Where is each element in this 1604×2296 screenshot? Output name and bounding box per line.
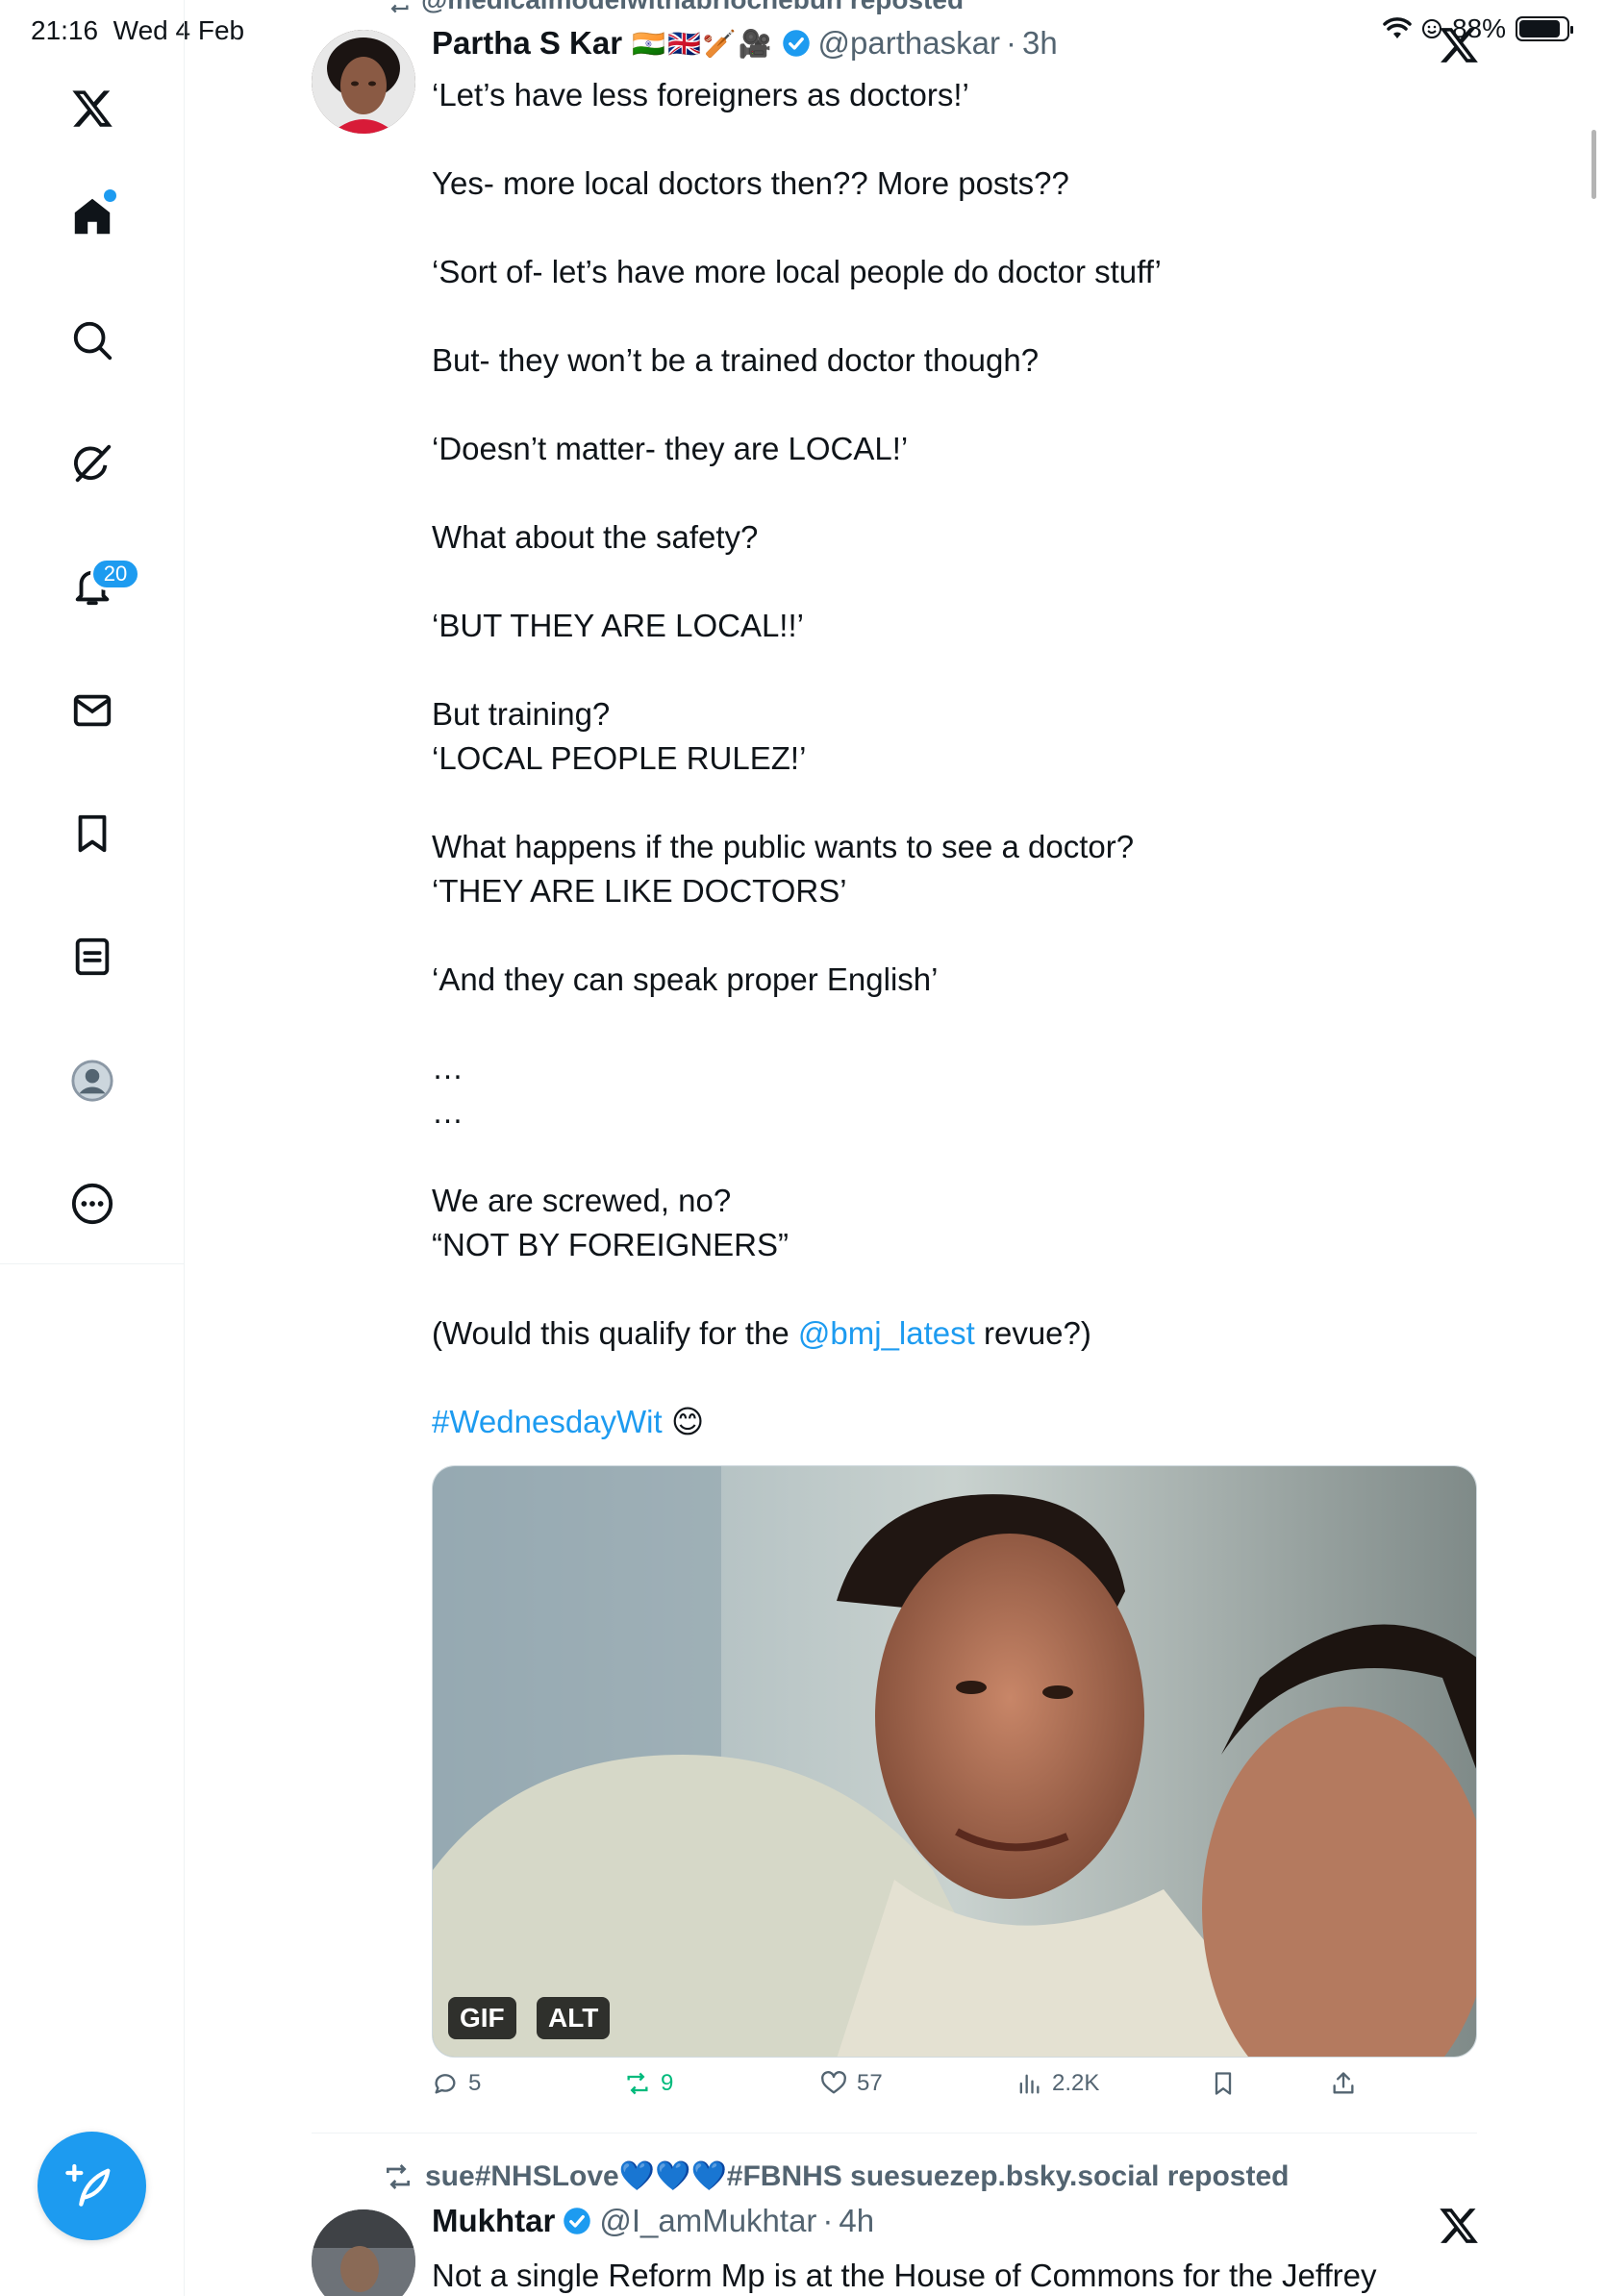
tweet-text: ‘Let’s have less foreigners as doctors!’… (432, 73, 1480, 1444)
compose-icon (64, 2163, 110, 2207)
tweet-line: (Would this qualify for the @bmj_latest … (432, 1315, 1091, 1351)
tweet-line: What happens if the public wants to see … (432, 829, 1135, 864)
battery-icon (1516, 16, 1573, 41)
author-handle[interactable]: @I_amMukhtar (599, 2203, 816, 2239)
views-button[interactable]: 2.2K (1015, 2070, 1099, 2097)
sidebar-divider (0, 1263, 185, 1264)
tweet-gif[interactable]: GIF ALT (432, 1465, 1477, 2058)
tweet-actions: 5 9 57 2.2K (432, 2070, 1477, 2112)
tweet-header: Partha S Kar 🇮🇳🇬🇧🏏🎥 @parthaskar · 3h (432, 25, 1058, 62)
repost-button[interactable]: 9 (624, 2070, 673, 2097)
sidebar: 20 (0, 0, 185, 2296)
reply-button[interactable]: 5 (432, 2070, 481, 2097)
gif-still-image (433, 1466, 1476, 2057)
profile-icon[interactable] (56, 1044, 129, 1117)
views-icon (1019, 2074, 1040, 2094)
tweet-line: … (432, 1094, 464, 1130)
messages-icon[interactable] (56, 674, 129, 747)
tweet-line: But- they won’t be a trained doctor thou… (432, 342, 1040, 378)
reply-icon (435, 2074, 456, 2094)
search-icon[interactable] (56, 304, 129, 377)
like-button[interactable]: 57 (820, 2070, 883, 2097)
tweet-line: “NOT BY FOREIGNERS” (432, 1227, 789, 1262)
avatar[interactable] (312, 30, 415, 134)
heart-icon (821, 2071, 846, 2094)
tweet-line: Yes- more local doctors then?? More post… (432, 165, 1069, 201)
like-count: 57 (857, 2070, 883, 2096)
avatar[interactable] (312, 2209, 415, 2296)
smile-emoji: 😊 (670, 1404, 705, 1439)
tweet-text: Not a single Reform Mp is at the House o… (432, 2258, 1377, 2293)
notifications-badge: 20 (90, 558, 140, 590)
tweet-line: ‘LOCAL PEOPLE RULEZ!’ (432, 740, 807, 776)
tweet-time[interactable]: 4h (839, 2203, 874, 2239)
repost-icon (390, 4, 409, 12)
tweet-line: #WednesdayWit 😊 (432, 1400, 1480, 1444)
mention-link[interactable]: @bmj_latest (798, 1315, 975, 1351)
grok-icon[interactable] (56, 427, 129, 500)
tweet-line: … (432, 1050, 464, 1086)
share-icon (1333, 2072, 1354, 2094)
author-name[interactable]: Partha S Kar (432, 25, 622, 62)
repost-icon (387, 2163, 410, 2189)
scrollbar[interactable] (1591, 130, 1596, 199)
verified-badge-icon (782, 30, 810, 57)
x-logo-icon[interactable] (1438, 2205, 1480, 2247)
tweet-line: ‘Sort of- let’s have more local people d… (432, 254, 1162, 289)
repost-context[interactable]: sue#NHSLove💙💙💙#FBNHS suesuezep.bsky.soci… (383, 2159, 1289, 2193)
verified-badge-icon (564, 2208, 591, 2234)
reply-count: 5 (468, 2070, 482, 2096)
tweet-line: What about the safety? (432, 519, 759, 555)
compose-button[interactable] (38, 2132, 146, 2240)
more-icon[interactable] (56, 1167, 129, 1240)
x-logo-icon[interactable] (1438, 24, 1480, 66)
tweet-line: We are screwed, no? (432, 1183, 732, 1218)
tweet-line: ‘Let’s have less foreigners as doctors!’ (432, 77, 969, 112)
tweet-time[interactable]: 3h (1022, 25, 1058, 62)
bookmark-button[interactable] (1210, 2070, 1237, 2097)
lists-icon[interactable] (56, 920, 129, 993)
home-icon[interactable] (56, 180, 129, 253)
tweet-line: ‘THEY ARE LIKE DOCTORS’ (432, 873, 847, 909)
bookmarks-icon[interactable] (56, 797, 129, 870)
hashtag-link[interactable]: #WednesdayWit (432, 1404, 663, 1439)
tweet-header: Mukhtar @I_amMukhtar · 4h (432, 2203, 875, 2239)
alt-button[interactable]: ALT (537, 1997, 611, 2039)
gif-label: GIF (448, 1997, 516, 2039)
repost-context[interactable]: @medicalmodelwithabriochebun reposted (385, 0, 964, 15)
tweet-line: ‘BUT THEY ARE LOCAL!!’ (432, 608, 804, 643)
tweet-line: But training? (432, 696, 611, 732)
share-button[interactable] (1330, 2070, 1357, 2097)
author-handle[interactable]: @parthaskar (818, 25, 1000, 62)
tweet-divider (312, 2133, 1477, 2134)
tweet-line: ‘Doesn’t matter- they are LOCAL!’ (432, 431, 909, 466)
home-unread-dot (104, 189, 116, 202)
tweet-line: ‘And they can speak proper English’ (432, 961, 939, 997)
author-name[interactable]: Mukhtar (432, 2203, 555, 2239)
x-logo-icon[interactable] (56, 72, 129, 145)
wifi-icon (1383, 17, 1412, 38)
views-count: 2.2K (1052, 2070, 1100, 2096)
author-emoji: 🇮🇳🇬🇧🏏🎥 (632, 28, 774, 59)
repost-count: 9 (661, 2070, 674, 2096)
repost-icon (627, 2072, 648, 2095)
bookmark-icon (1215, 2072, 1232, 2095)
